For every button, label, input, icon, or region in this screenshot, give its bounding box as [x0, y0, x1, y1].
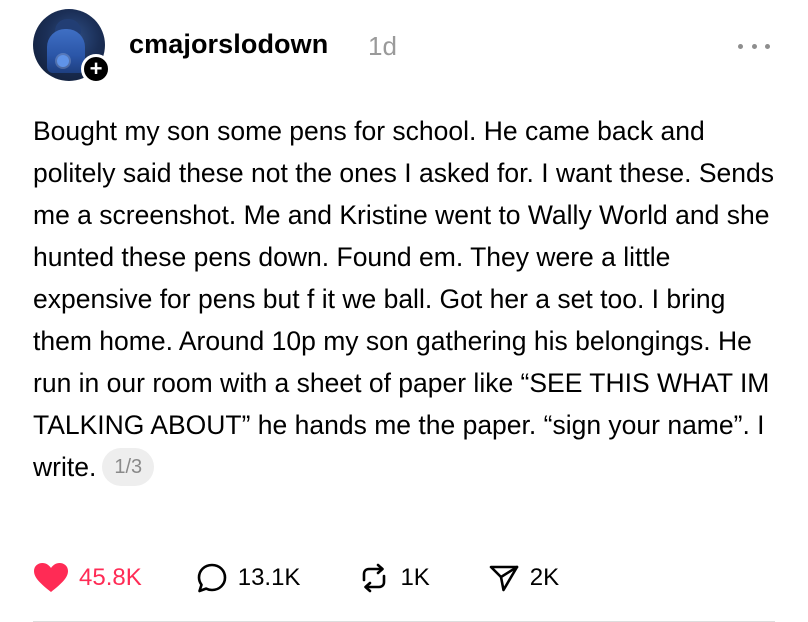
post-body-text: Bought my son some pens for school. He c…	[33, 116, 774, 482]
share-button[interactable]: 2K	[488, 562, 559, 594]
thread-post: + cmajorslodown 1d Bought my son some pe…	[0, 0, 808, 622]
avatar-figure-shape	[47, 29, 85, 73]
avatar-logo-shape	[57, 55, 69, 67]
heart-filled-icon	[34, 563, 68, 592]
username-link[interactable]: cmajorslodown	[129, 29, 328, 60]
reply-count: 13.1K	[237, 564, 301, 591]
like-count: 45.8K	[79, 564, 142, 591]
send-icon	[489, 565, 519, 592]
repost-count: 1K	[400, 564, 430, 591]
repost-button[interactable]: 1K	[358, 562, 430, 594]
avatar-container[interactable]: +	[33, 9, 111, 84]
more-dot	[765, 43, 770, 49]
post-timestamp: 1d	[368, 31, 397, 61]
more-dot	[738, 43, 743, 49]
repost-arrows-icon	[363, 563, 386, 593]
like-button[interactable]: 45.8K	[33, 562, 142, 594]
comment-bubble-icon	[197, 563, 227, 593]
more-options-icon[interactable]	[738, 36, 770, 56]
share-count: 2K	[529, 564, 560, 591]
reply-button[interactable]: 13.1K	[196, 562, 301, 594]
post-body: Bought my son some pens for school. He c…	[33, 110, 783, 488]
follow-plus-button[interactable]: +	[81, 54, 111, 84]
post-actions-bar: 45.8K 13.1K 1K 2K	[33, 560, 559, 596]
more-dot	[751, 43, 757, 49]
media-page-indicator[interactable]: 1/3	[102, 448, 155, 486]
